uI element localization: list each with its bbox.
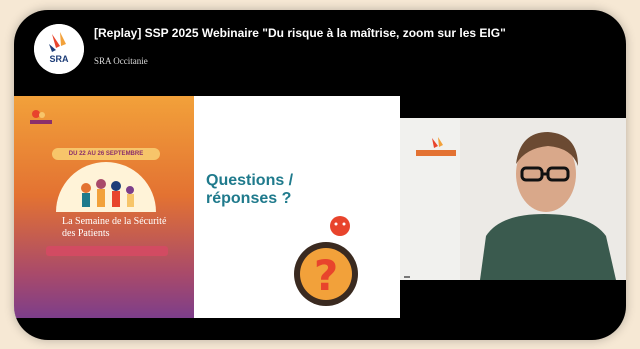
question-mark-icon: ? (294, 216, 358, 306)
poster-title: La Semaine de la Sécurité des Patients (62, 216, 167, 239)
event-poster: DU 22 AU 26 SEPTEMBRE La Semaine de la S… (14, 96, 194, 318)
poster-banner: DU 22 AU 26 SEPTEMBRE (52, 148, 160, 160)
channel-avatar[interactable]: SRA (34, 24, 84, 74)
questions-line-2: réponses ? (206, 190, 292, 207)
questions-line-1: Questions / (206, 172, 294, 189)
video-title[interactable]: [Replay] SSP 2025 Webinaire "Du risque à… (94, 26, 614, 40)
logo-icon (30, 110, 52, 124)
channel-name[interactable]: SRA Occitanie (94, 56, 148, 66)
logo-icon (416, 137, 456, 156)
speaker-webcam (400, 118, 626, 280)
logo-icon (34, 24, 84, 74)
presentation-slide: DU 22 AU 26 SEPTEMBRE La Semaine de la S… (14, 96, 400, 318)
speaker-name-tag (404, 276, 410, 278)
svg-text:?: ? (314, 251, 338, 300)
poster-strip (46, 246, 168, 256)
video-player[interactable]: SRA [Replay] SSP 2025 Webinaire "Du risq… (14, 10, 626, 340)
video-header: SRA [Replay] SSP 2025 Webinaire "Du risq… (14, 10, 626, 90)
questions-heading: Questions / réponses ? (206, 172, 293, 208)
speaker-avatar (460, 118, 626, 280)
channel-avatar-label: SRA (49, 54, 69, 64)
poster-illustration (56, 162, 156, 212)
